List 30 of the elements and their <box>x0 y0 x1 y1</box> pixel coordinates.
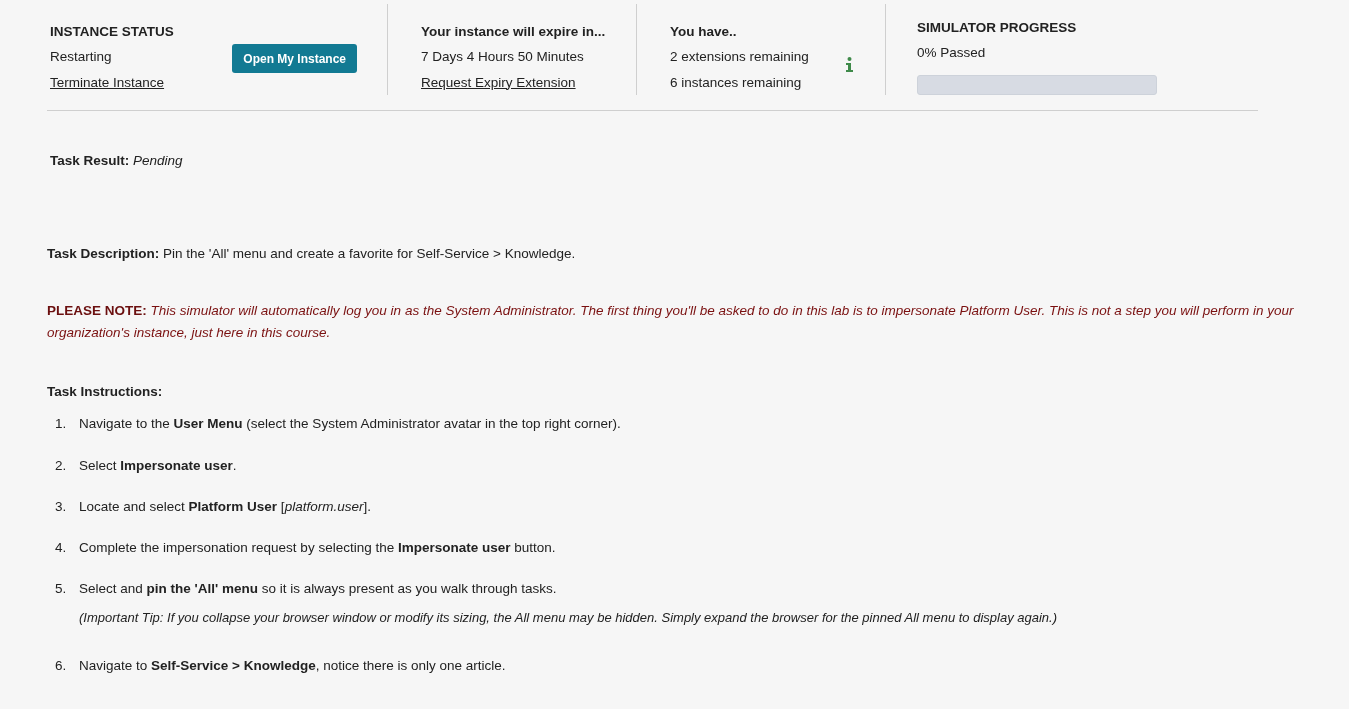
instances-remaining: 6 instances remaining <box>670 73 803 92</box>
request-extension-link[interactable]: Request Expiry Extension <box>421 72 576 93</box>
section-heading: SIMULATOR PROGRESS <box>917 19 1078 37</box>
step-number: 2. <box>55 456 68 475</box>
step-text: Navigate to Self-Service > Knowledge, notice there is only one article. <box>79 657 506 675</box>
section-heading: Your instance will expire in... <box>421 23 607 41</box>
step-text: Select Impersonate user. <box>79 456 237 475</box>
step-text: Complete the impersonation request by selecting the Impersonate user button. <box>79 539 556 557</box>
section-heading: You have.. <box>670 23 738 41</box>
step-number: 6. <box>55 657 68 675</box>
step-number: 1. <box>55 415 68 434</box>
info-icon[interactable] <box>846 57 853 72</box>
instance-status: Restarting <box>50 48 113 67</box>
step-text: Select and pin the 'All' menu so it is always present as you walk through tasks. <box>79 580 557 599</box>
section-heading: INSTANCE STATUS <box>50 23 175 41</box>
extensions-remaining: 2 extensions remaining <box>670 48 810 67</box>
please-note: PLEASE NOTE: This simulator will automatically log you in as the System Administrator. The first thing you'll be asked to do in this lab is to impersonate Platform User. This is not a step you will perform in your organization's instance, just here in this course. <box>47 303 1294 340</box>
open-instance-button[interactable]: Open My Instance <box>232 44 357 73</box>
step-text: Locate and select Platform User [platform.user]. <box>79 497 371 516</box>
task-result: Task Result: Pending <box>50 152 183 168</box>
step-number: 3. <box>55 497 68 516</box>
task-description: Task Description: Pin the 'All' menu and create a favorite for Self-Service > Knowledge. <box>47 245 576 261</box>
step-tip: (Important Tip: If you collapse your browser window or modify its sizing, the All menu may be hidden. Simply expand the browser for the pinned All menu to display again.) <box>78 608 1058 627</box>
step-number: 4. <box>55 539 68 557</box>
progress-reading: 0% Passed <box>917 44 987 63</box>
step-text: Navigate to the User Menu (select the System Administrator avatar in the top right corner). <box>79 415 621 434</box>
expiry-countdown: 7 Days 4 Hours 50 Minutes <box>421 48 585 67</box>
instructions-heading: Task Instructions: <box>47 384 163 399</box>
terminate-instance-link[interactable]: Terminate Instance <box>50 72 165 93</box>
step-number: 5. <box>55 580 68 599</box>
